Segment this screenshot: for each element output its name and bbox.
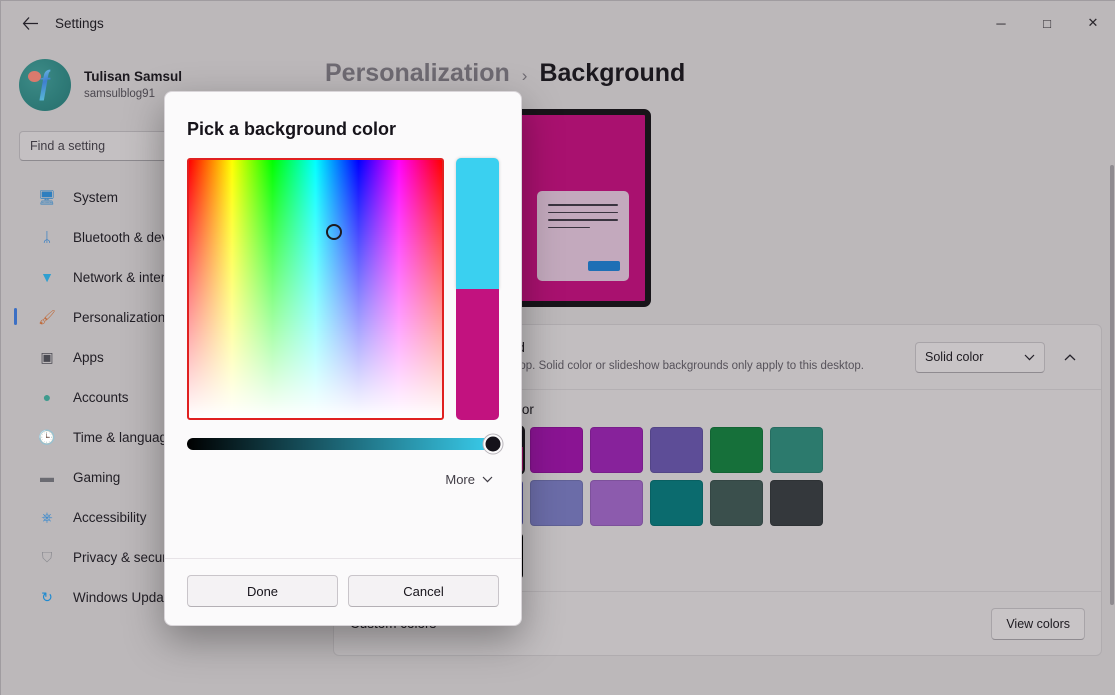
dialog-title: Pick a background color [187,119,397,139]
color-cursor[interactable] [326,224,342,240]
chevron-down-icon [482,476,493,483]
color-picker-dialog: Pick a background color More Done Cancel [164,91,522,626]
more-options-button[interactable]: More [165,450,521,487]
current-color-preview [455,289,499,420]
new-color-preview [455,158,499,289]
brightness-slider[interactable] [187,434,503,454]
brightness-slider-thumb[interactable] [483,434,503,454]
done-button[interactable]: Done [187,575,338,607]
saturation-value-box[interactable] [187,158,444,420]
cancel-button[interactable]: Cancel [348,575,499,607]
settings-window: Settings ─ □ ✕ f Tulisan Samsul samsulbl… [0,0,1115,695]
more-label: More [445,472,475,487]
dialog-footer: Done Cancel [165,558,521,625]
color-previews [455,158,499,420]
